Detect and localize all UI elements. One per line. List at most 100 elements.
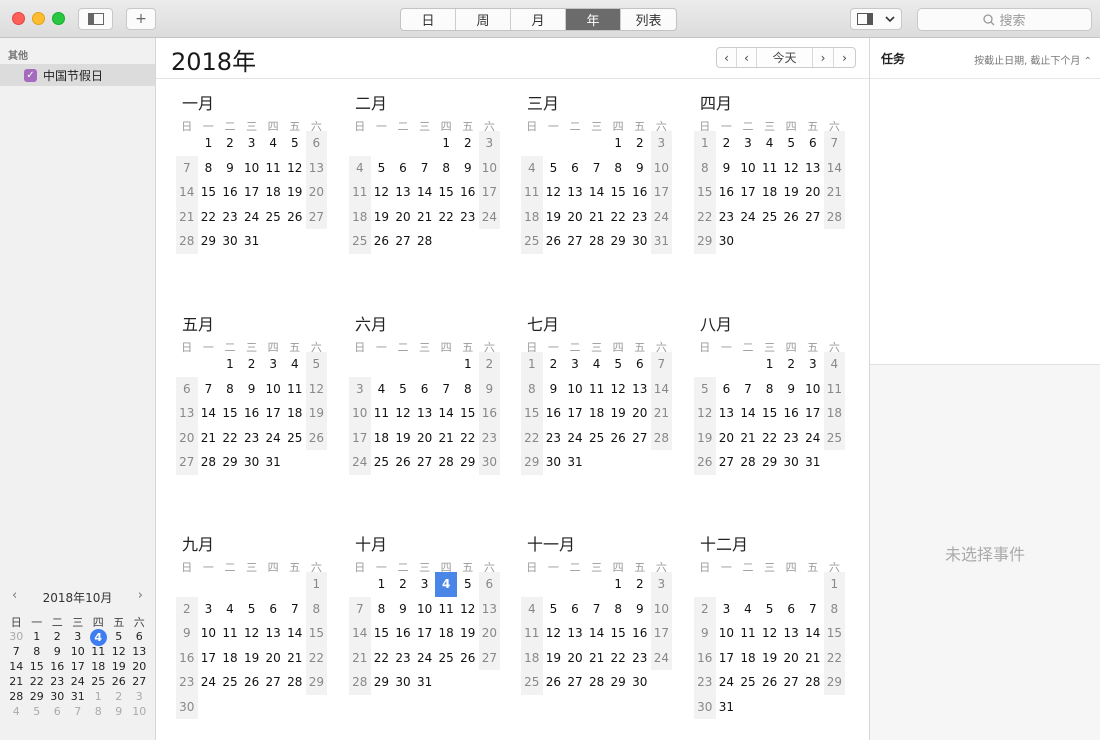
day-cell[interactable]: 6: [478, 572, 501, 597]
day-cell[interactable]: 31: [802, 450, 824, 475]
add-event-button[interactable]: +: [126, 8, 156, 30]
day-cell[interactable]: 29: [371, 670, 393, 695]
day-cell[interactable]: 20: [564, 205, 586, 230]
day-cell[interactable]: 7: [414, 156, 436, 181]
mini-day[interactable]: 9: [109, 704, 130, 719]
day-cell[interactable]: 16: [716, 180, 738, 205]
day-cell[interactable]: 20: [629, 401, 651, 426]
day-cell[interactable]: 31: [564, 450, 586, 475]
day-cell[interactable]: 8: [219, 377, 241, 402]
day-cell[interactable]: 12: [780, 156, 802, 181]
day-cell[interactable]: 6: [176, 376, 198, 401]
mini-day[interactable]: 3: [129, 689, 150, 704]
day-cell[interactable]: 18: [521, 204, 543, 229]
day-cell[interactable]: 1: [607, 572, 629, 597]
day-cell[interactable]: 19: [457, 621, 479, 646]
day-cell[interactable]: 31: [262, 450, 284, 475]
day-cell[interactable]: 11: [737, 621, 759, 646]
day-cell[interactable]: 28: [737, 450, 759, 475]
day-cell[interactable]: 13: [392, 180, 414, 205]
mini-day[interactable]: 20: [129, 659, 150, 674]
day-cell[interactable]: 30: [716, 229, 738, 254]
day-cell[interactable]: 29: [521, 450, 543, 475]
day-cell[interactable]: 14: [823, 155, 846, 180]
day-cell[interactable]: 26: [371, 229, 393, 254]
day-cell[interactable]: 7: [586, 156, 608, 181]
day-cell[interactable]: 24: [802, 426, 824, 451]
day-cell[interactable]: 5: [780, 131, 802, 156]
day-cell[interactable]: 12: [241, 621, 263, 646]
day-cell[interactable]: 20: [262, 646, 284, 671]
day-cell[interactable]: 20: [802, 180, 824, 205]
day-cell[interactable]: 31: [414, 670, 436, 695]
day-cell[interactable]: 1: [219, 352, 241, 377]
day-cell[interactable]: 4: [371, 377, 393, 402]
day-cell[interactable]: 24: [716, 670, 738, 695]
day-cell[interactable]: 27: [176, 450, 198, 475]
day-cell[interactable]: 5: [241, 597, 263, 622]
month-title[interactable]: 三月: [527, 90, 559, 114]
day-cell[interactable]: 30: [543, 450, 565, 475]
day-cell[interactable]: 28: [802, 670, 824, 695]
day-cell[interactable]: 27: [564, 670, 586, 695]
day-cell[interactable]: 26: [759, 670, 781, 695]
day-cell[interactable]: 17: [198, 646, 220, 671]
day-cell[interactable]: 2: [694, 596, 716, 621]
day-cell[interactable]: 3: [650, 572, 673, 597]
day-cell[interactable]: 30: [478, 450, 501, 475]
day-cell[interactable]: 20: [305, 180, 328, 205]
day-cell[interactable]: 5: [607, 352, 629, 377]
day-cell[interactable]: 16: [629, 621, 651, 646]
day-cell[interactable]: 21: [435, 426, 457, 451]
day-cell[interactable]: 14: [198, 401, 220, 426]
day-cell[interactable]: 8: [371, 597, 393, 622]
day-cell[interactable]: 31: [716, 695, 738, 720]
day-cell[interactable]: 26: [780, 205, 802, 230]
day-cell[interactable]: 16: [457, 180, 479, 205]
day-cell[interactable]: 1: [521, 352, 543, 377]
day-cell[interactable]: 13: [564, 180, 586, 205]
day-cell[interactable]: 4: [219, 597, 241, 622]
day-cell[interactable]: 25: [349, 229, 371, 254]
day-cell[interactable]: 4: [586, 352, 608, 377]
mini-day[interactable]: 3: [68, 629, 89, 644]
day-cell[interactable]: 25: [586, 426, 608, 451]
mini-day[interactable]: 6: [47, 704, 68, 719]
mini-day[interactable]: 2: [47, 629, 68, 644]
day-cell[interactable]: 15: [607, 621, 629, 646]
tasks-sort-selector[interactable]: 按截止日期, 截止下个月 ⌃: [974, 52, 1092, 67]
day-cell[interactable]: 18: [371, 426, 393, 451]
day-cell[interactable]: 29: [694, 229, 716, 254]
day-cell[interactable]: 16: [241, 401, 263, 426]
day-cell[interactable]: 7: [349, 596, 371, 621]
day-cell[interactable]: 10: [414, 597, 436, 622]
day-cell[interactable]: 10: [198, 621, 220, 646]
close-window-button[interactable]: [12, 12, 25, 25]
day-cell[interactable]: 24: [198, 670, 220, 695]
day-cell[interactable]: 23: [457, 205, 479, 230]
day-cell[interactable]: 2: [780, 352, 802, 377]
day-cell[interactable]: 7: [823, 131, 846, 156]
day-cell[interactable]: 11: [371, 401, 393, 426]
day-cell[interactable]: 24: [737, 205, 759, 230]
day-cell[interactable]: 29: [823, 670, 846, 695]
day-cell[interactable]: 1: [435, 131, 457, 156]
day-cell[interactable]: 24: [262, 426, 284, 451]
day-cell[interactable]: 29: [305, 670, 328, 695]
day-cell[interactable]: 19: [392, 426, 414, 451]
day-cell[interactable]: 10: [241, 156, 263, 181]
day-cell[interactable]: 4: [759, 131, 781, 156]
day-cell[interactable]: 16: [219, 180, 241, 205]
day-cell[interactable]: 28: [586, 670, 608, 695]
mini-day[interactable]: 15: [27, 659, 48, 674]
mini-day[interactable]: 4: [6, 704, 27, 719]
day-cell[interactable]: 10: [564, 377, 586, 402]
day-cell[interactable]: 20: [392, 205, 414, 230]
day-cell[interactable]: 15: [823, 621, 846, 646]
day-cell[interactable]: 2: [478, 352, 501, 377]
day-cell[interactable]: 24: [241, 205, 263, 230]
day-cell[interactable]: 20: [176, 425, 198, 450]
day-cell[interactable]: 28: [349, 670, 371, 695]
day-cell[interactable]: 19: [759, 646, 781, 671]
checkbox-checked-icon[interactable]: ✓: [24, 68, 37, 82]
